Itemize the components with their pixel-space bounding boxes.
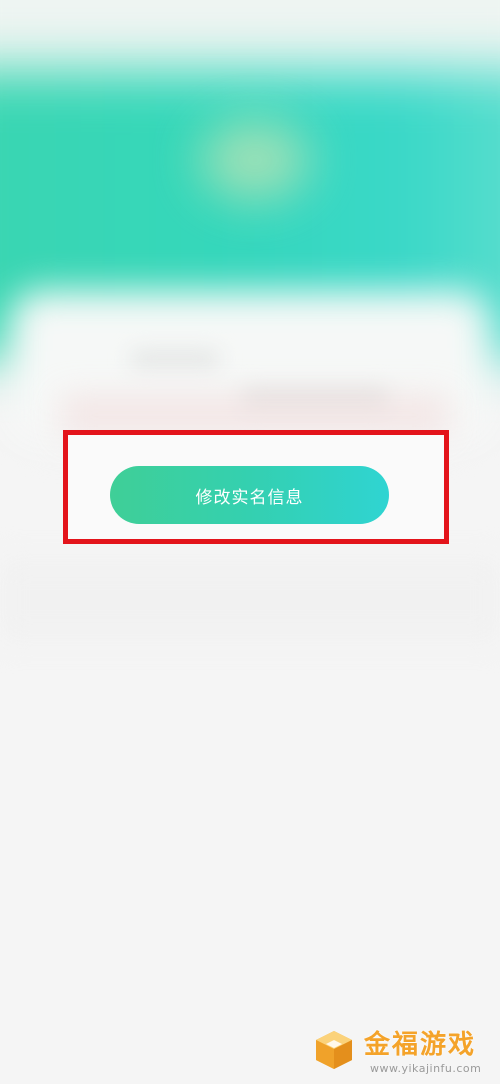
watermark-url: www.yikajinfu.com [370, 1062, 482, 1075]
gold-cube-icon [316, 1031, 352, 1069]
site-watermark: 金福游戏 www.yikajinfu.com [312, 1022, 494, 1080]
watermark-title: 金福游戏 [364, 1030, 477, 1060]
modify-real-name-info-button[interactable]: 修改实名信息 [110, 466, 389, 524]
blurred-text-line [130, 350, 220, 368]
blurred-content-area [0, 560, 500, 640]
blurred-banner-glow [200, 120, 310, 200]
blurred-haze [60, 395, 450, 435]
